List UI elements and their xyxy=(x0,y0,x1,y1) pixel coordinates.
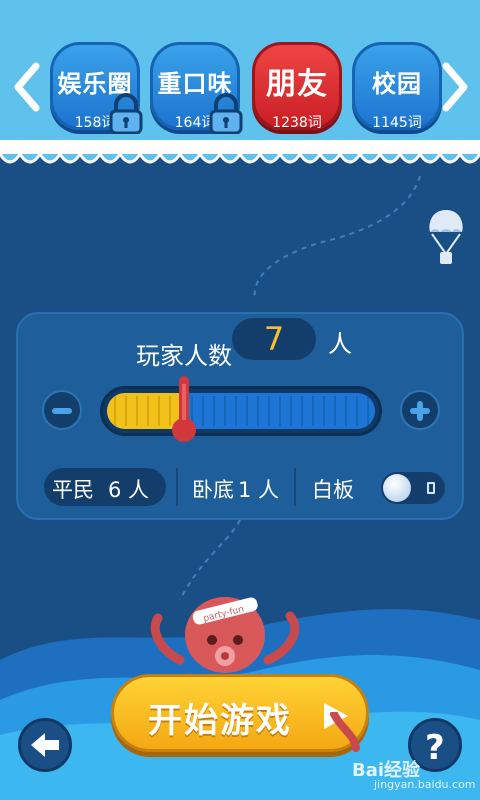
decrease-players-button[interactable] xyxy=(42,390,82,430)
undercover-count: 1 人 xyxy=(238,478,280,502)
divider xyxy=(294,468,296,506)
role-row: 平民 6 人 卧底 1 人 白板 xyxy=(36,464,448,508)
divider xyxy=(176,468,178,506)
player-count-unit: 人 xyxy=(328,330,352,358)
octopus-tentacle xyxy=(330,712,360,752)
blank-label: 白板 xyxy=(312,478,354,502)
civilian-count: 6 人 xyxy=(108,478,150,502)
balloon-icon xyxy=(429,210,463,264)
slider-ticks xyxy=(114,396,369,426)
back-button[interactable] xyxy=(18,718,72,772)
slider-inner xyxy=(107,393,375,429)
increase-players-button[interactable] xyxy=(400,390,440,430)
minus-icon xyxy=(52,408,72,414)
player-count-slider[interactable] xyxy=(100,386,382,436)
toggle-icon xyxy=(427,482,435,494)
undercover-label: 卧底 xyxy=(192,478,234,502)
watermark-url: jingyan.baidu.com xyxy=(374,778,476,791)
civilian-label: 平民 xyxy=(52,478,94,502)
thermometer-icon[interactable] xyxy=(169,374,199,444)
player-count-label: 玩家人数 xyxy=(136,342,232,370)
toggle-knob xyxy=(383,474,411,502)
blank-toggle[interactable] xyxy=(381,472,445,504)
back-arrow-icon xyxy=(31,733,59,757)
plus-icon-vertical xyxy=(417,401,423,421)
start-game-label: 开始游戏 xyxy=(148,701,292,741)
settings-panel: 玩家人数 7 人 平民 6 人 卧底 1 人 白板 xyxy=(16,312,464,520)
player-count-value: 7 xyxy=(232,318,316,360)
